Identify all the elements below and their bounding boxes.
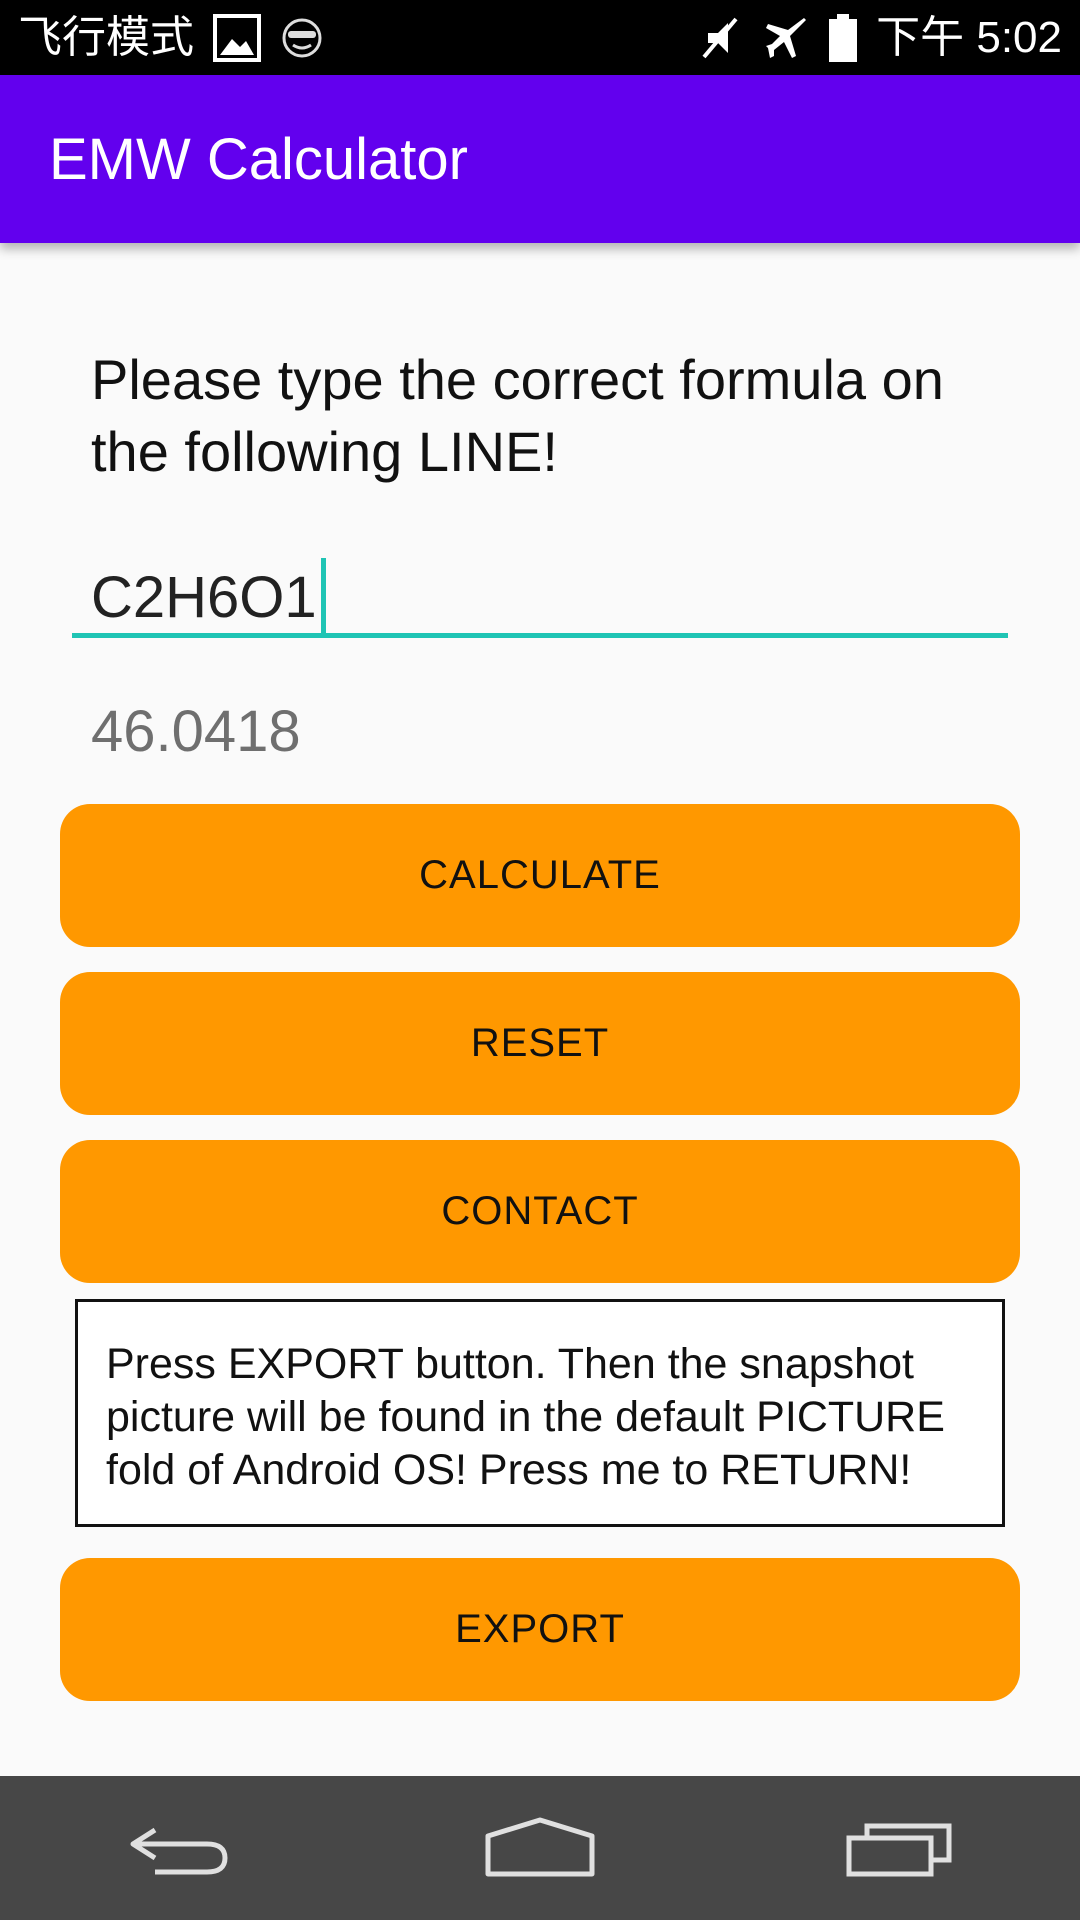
recents-icon [846, 1823, 952, 1877]
formula-input[interactable]: C2H6O1 [72, 548, 1008, 638]
export-button[interactable]: EXPORT [60, 1558, 1020, 1701]
result-value: 46.0418 [91, 699, 301, 764]
status-bar: 飞行模式 下午 5:02 [0, 0, 1080, 75]
navigation-bar [0, 1776, 1080, 1920]
airplane-icon [762, 14, 810, 62]
status-right: 下午 5:02 [696, 13, 1062, 63]
app-bar: EMW Calculator [0, 75, 1080, 243]
back-icon [130, 1827, 228, 1875]
text-cursor [320, 558, 326, 638]
battery-icon [828, 13, 858, 63]
export-info-box[interactable]: Press EXPORT button. Then the snapshot p… [75, 1299, 1005, 1527]
vibrate-off-icon [696, 13, 744, 63]
back-button[interactable] [100, 1798, 260, 1898]
instruction-text: Please type the correct formula on the f… [91, 348, 944, 483]
formula-input-value[interactable]: C2H6O1 [91, 558, 326, 638]
recents-button[interactable] [820, 1798, 980, 1898]
airplane-mode-label: 飞行模式 [18, 12, 194, 62]
app-title: EMW Calculator [49, 127, 468, 192]
sunglasses-face-icon [280, 16, 324, 60]
formula-text: C2H6O1 [91, 565, 317, 630]
status-left: 飞行模式 [18, 13, 324, 63]
home-icon [485, 1817, 595, 1877]
home-button[interactable] [460, 1798, 620, 1898]
contact-button[interactable]: CONTACT [60, 1140, 1020, 1283]
image-icon [212, 13, 262, 63]
calculate-button[interactable]: CALCULATE [60, 804, 1020, 947]
reset-button[interactable]: RESET [60, 972, 1020, 1115]
status-time: 下午 5:02 [876, 12, 1062, 62]
